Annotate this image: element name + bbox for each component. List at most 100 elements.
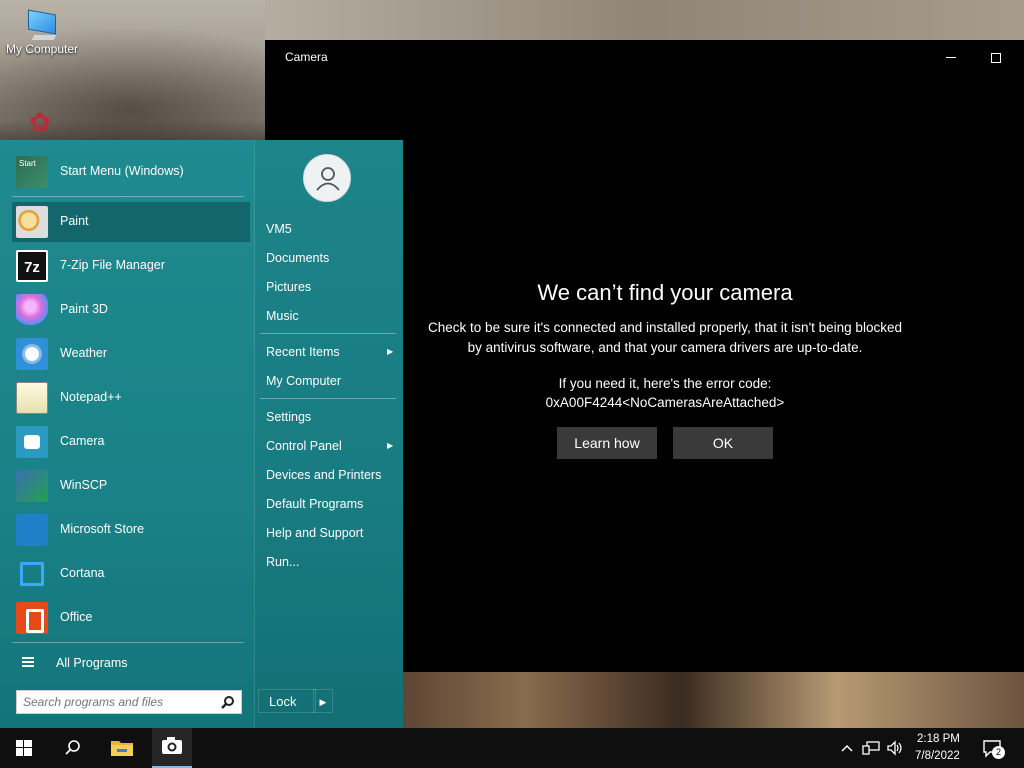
pinned-item-cortana[interactable]: Cortana [12, 554, 250, 594]
pinned-item-label: WinSCP [60, 478, 108, 492]
lotus-app-icon[interactable]: ✿ [22, 108, 58, 136]
link-pictures[interactable]: Pictures [266, 280, 311, 294]
pinned-item-label: Microsoft Store [60, 522, 145, 536]
power-options-button[interactable]: ▶ [313, 689, 333, 713]
pinned-item-weather[interactable]: Weather [12, 334, 250, 374]
camera-icon [16, 426, 48, 458]
link-control-panel[interactable]: Control Panel ▶ [266, 439, 393, 453]
link-label: Recent Items [266, 345, 340, 359]
pinned-item-paint3d[interactable]: Paint 3D [12, 290, 250, 330]
link-label: Control Panel [266, 439, 342, 453]
desktop-icon-label: My Computer [5, 42, 79, 56]
link-music[interactable]: Music [266, 309, 299, 323]
desktop-icon-my-computer[interactable]: My Computer [4, 9, 80, 56]
chevron-right-icon: ▶ [319, 697, 327, 707]
link-run[interactable]: Run... [266, 555, 299, 569]
cortana-icon [20, 562, 44, 586]
weather-icon [16, 338, 48, 370]
list-icon [22, 657, 34, 669]
link-documents[interactable]: Documents [266, 251, 329, 265]
clock-date[interactable]: 7/8/2022 [915, 750, 960, 762]
link-help-support[interactable]: Help and Support [266, 526, 363, 540]
link-user[interactable]: VM5 [266, 222, 292, 236]
start-button[interactable] [0, 728, 48, 768]
pinned-item-office[interactable]: Office [12, 598, 250, 638]
start-menu-icon: Start [16, 156, 48, 188]
start-menu-left: Start Start Menu (Windows) Paint 7z 7-Zi… [0, 140, 254, 728]
paint3d-icon [16, 294, 48, 326]
search-input[interactable] [17, 691, 217, 713]
all-programs-button[interactable]: All Programs [12, 648, 250, 678]
all-programs-label: All Programs [56, 656, 128, 670]
error-heading: We can’t find your camera [537, 280, 793, 305]
pinned-item-label: Office [60, 610, 93, 624]
chevron-up-icon[interactable] [840, 740, 854, 756]
start-menu-right: VM5 Documents Pictures Music Recent Item… [255, 140, 403, 728]
computer-icon [25, 9, 59, 40]
divider [12, 196, 244, 197]
learn-how-button[interactable]: Learn how [557, 427, 657, 459]
divider [260, 333, 396, 334]
start-menu-header-item[interactable]: Start Start Menu (Windows) [12, 152, 250, 192]
user-avatar[interactable] [303, 154, 351, 202]
pinned-item-7zip[interactable]: 7z 7-Zip File Manager [12, 246, 250, 286]
search-icon[interactable] [221, 695, 235, 709]
link-settings[interactable]: Settings [266, 410, 311, 424]
taskbar-camera[interactable] [152, 728, 192, 768]
office-icon [16, 602, 48, 634]
minimize-button[interactable] [931, 46, 971, 68]
wallpaper-bottom [400, 670, 1024, 728]
search-box[interactable] [16, 690, 242, 714]
pinned-item-label: Paint [60, 214, 89, 228]
divider [12, 642, 244, 643]
pinned-item-notepad-plus-plus[interactable]: Notepad++ [12, 378, 250, 418]
clock-time[interactable]: 2:18 PM [917, 733, 960, 745]
lock-button[interactable]: Lock [258, 689, 316, 713]
pinned-item-camera[interactable]: Camera [12, 422, 250, 462]
network-icon[interactable] [862, 740, 880, 756]
error-message: We can’t find your camera Check to be su… [395, 280, 935, 412]
pinned-item-label: Paint 3D [60, 302, 108, 316]
error-code-intro: If you need it, here's the error code: [558, 376, 772, 391]
search-icon [65, 740, 80, 755]
error-code: 0xA00F4244<NoCamerasAreAttached> [545, 395, 785, 410]
divider [260, 398, 396, 399]
paint-icon [16, 206, 48, 238]
taskbar-file-explorer[interactable] [98, 728, 146, 768]
winscp-icon [16, 470, 48, 502]
taskbar: 2:18 PM 7/8/2022 2 [0, 728, 1024, 768]
link-default-programs[interactable]: Default Programs [266, 497, 363, 511]
pinned-item-label: Weather [60, 346, 108, 360]
pinned-item-winscp[interactable]: WinSCP [12, 466, 250, 506]
chevron-right-icon: ▶ [387, 441, 394, 450]
start-menu-header-label: Start Menu (Windows) [60, 164, 184, 178]
notification-count-badge: 2 [992, 746, 1005, 759]
pinned-item-paint[interactable]: Paint [12, 202, 250, 242]
folder-icon [111, 741, 133, 756]
link-recent-items[interactable]: Recent Items ▶ [266, 345, 393, 359]
link-my-computer[interactable]: My Computer [266, 374, 341, 388]
7zip-icon: 7z [16, 250, 48, 282]
camera-icon [162, 737, 182, 754]
pinned-item-label: Notepad++ [60, 390, 122, 404]
microsoft-store-icon [16, 514, 48, 546]
pinned-item-microsoft-store[interactable]: Microsoft Store [12, 510, 250, 550]
notepad-plus-plus-icon [16, 382, 48, 414]
volume-icon[interactable] [886, 740, 904, 756]
notification-center-button[interactable]: 2 [982, 738, 1006, 760]
ok-button[interactable]: OK [673, 427, 773, 459]
pinned-item-label: 7-Zip File Manager [60, 258, 165, 272]
maximize-icon [991, 52, 1001, 63]
link-devices-printers[interactable]: Devices and Printers [266, 468, 381, 482]
minimize-icon [946, 57, 956, 59]
taskbar-search-button[interactable] [48, 728, 96, 768]
user-icon [316, 167, 340, 191]
error-body-line2: by antivirus software, and that your cam… [467, 340, 863, 355]
chevron-right-icon: ▶ [387, 347, 394, 356]
start-menu: Start Start Menu (Windows) Paint 7z 7-Zi… [0, 140, 403, 728]
pinned-item-label: Camera [60, 434, 105, 448]
maximize-button[interactable] [976, 46, 1016, 68]
error-body-line1: Check to be sure it's connected and inst… [428, 320, 902, 335]
window-title: Camera [285, 50, 328, 64]
windows-logo-icon [16, 740, 32, 756]
